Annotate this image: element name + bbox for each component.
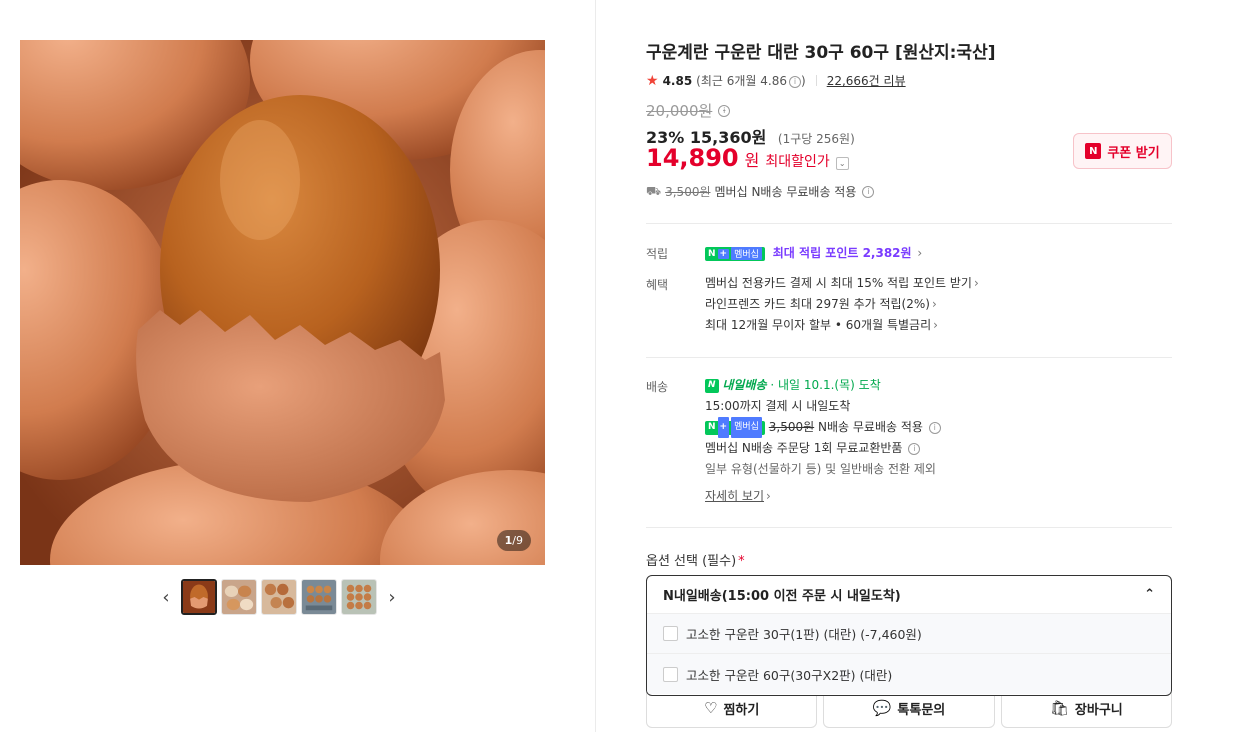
max-discount-price: 14,890 — [646, 144, 739, 172]
details-link[interactable]: 자세히 보기 › — [705, 486, 941, 507]
review-count-link[interactable]: 22,666건 리뷰 — [827, 72, 906, 89]
info-icon[interactable]: i — [908, 442, 921, 455]
option-label: 옵션 선택 (필수) * — [646, 554, 745, 569]
delivery-fee-row: N + 멤버십 3,500원 N배송 무료배송 적용 i — [705, 417, 941, 438]
delivery-exchange: 멤버십 N배송 주문당 1회 무료교환반품 i — [705, 438, 941, 459]
shopping-bag-icon: 🛍 — [1049, 699, 1069, 717]
option-checkbox[interactable] — [663, 626, 678, 641]
info-icon[interactable]: i — [718, 104, 731, 117]
option-selected[interactable]: N내일배송(15:00 이전 주문 시 내일도착) ⌃ — [647, 576, 1171, 614]
product-gallery: 1/9 ‹ › — [0, 0, 596, 732]
info-icon[interactable]: i — [928, 421, 941, 434]
divider — [815, 75, 817, 86]
chevron-up-icon[interactable]: ⌃ — [1144, 587, 1155, 602]
divider — [646, 357, 1172, 358]
max-discount-row: 14,890 원 최대할인가 ⌄ — [646, 144, 849, 172]
shipping-fee-struck: 3,500원 — [665, 185, 711, 199]
info-icon[interactable]: i — [862, 185, 875, 198]
prev-arrow-icon[interactable]: ‹ — [155, 579, 177, 615]
recent-rating: (최근 6개월 4.86 i) — [696, 74, 806, 88]
points-label: 적립 — [646, 247, 669, 261]
points-row[interactable]: N + 멤버십 최대 적립 포인트 2,382원 › — [705, 244, 922, 261]
chevron-right-icon: › — [973, 276, 979, 290]
thumbnail-1[interactable] — [181, 579, 217, 615]
chevron-right-icon: › — [933, 318, 938, 332]
rating-score: 4.85 — [662, 73, 693, 88]
next-arrow-icon[interactable]: › — [381, 579, 403, 615]
thumbnail-3[interactable] — [261, 579, 297, 615]
thumbnail-strip: ‹ › — [155, 578, 403, 616]
image-counter: 1/9 — [496, 530, 531, 551]
star-icon: ★ — [646, 72, 659, 89]
divider — [646, 223, 1172, 224]
option-item[interactable]: 고소한 구운란 30구(1판) (대란) (-7,460원) — [647, 614, 1171, 654]
truck-icon: ⛟ — [646, 183, 662, 198]
chevron-right-icon: › — [917, 246, 923, 260]
delivery-arrival-row: N 내일배송 · 내일 10.1.(목) 도착 — [705, 375, 941, 396]
delivery-label: 배송 — [646, 380, 669, 394]
delivery-cutoff: 15:00까지 결제 시 내일도착 — [705, 399, 851, 413]
membership-badge: N + 멤버십 — [705, 246, 765, 261]
benefit-item[interactable]: 멤버십 전용카드 결제 시 최대 15% 적립 포인트 받기 › — [705, 273, 979, 294]
divider — [646, 527, 1172, 528]
shipping-text: 멤버십 N배송 무료배송 적용 — [714, 185, 857, 199]
chat-icon: 💬 — [872, 699, 892, 717]
thumbnail-4[interactable] — [301, 579, 337, 615]
tomorrow-delivery-badge: N — [705, 378, 719, 393]
coupon-button[interactable]: N 쿠폰 받기 — [1073, 133, 1172, 169]
max-discount-label[interactable]: 최대할인가 — [765, 151, 829, 171]
heart-icon: ♡ — [703, 699, 718, 717]
delivery-info: N 내일배송 · 내일 10.1.(목) 도착 15:00까지 결제 시 내일도… — [705, 375, 941, 507]
thumbnail-5[interactable] — [341, 579, 377, 615]
benefit-item[interactable]: 최대 12개월 무이자 할부 • 60개월 특별금리 › — [705, 315, 979, 336]
rating-row: ★ 4.85 (최근 6개월 4.86 i) 22,666건 리뷰 — [646, 72, 906, 89]
benefit-item[interactable]: 라인프렌즈 카드 최대 297원 추가 적립(2%) › — [705, 294, 979, 315]
product-title: 구운계란 구운란 대란 30구 60구 [원산지:국산] — [646, 43, 996, 63]
info-icon[interactable]: i — [789, 75, 801, 88]
points-text: 최대 적립 포인트 2,382원 — [772, 246, 912, 260]
chevron-down-icon[interactable]: ⌄ — [835, 157, 849, 170]
delivery-exception: 일부 유형(선물하기 등) 및 일반배송 전환 제외 — [705, 462, 936, 476]
original-price: 20,000원 i — [646, 100, 731, 121]
max-discount-won: 원 — [744, 151, 760, 170]
option-dropdown[interactable]: N내일배송(15:00 이전 주문 시 내일도착) ⌃ 고소한 구운란 30구(… — [646, 575, 1172, 696]
option-checkbox[interactable] — [663, 666, 678, 682]
option-item[interactable]: 고소한 구운란 60구(30구X2판) (대란) — [647, 654, 1171, 694]
membership-badge: N + 멤버십 — [705, 417, 765, 438]
roasted-egg-photo — [20, 40, 545, 565]
thumbnail-2[interactable] — [221, 579, 257, 615]
main-product-image[interactable]: 1/9 — [20, 40, 545, 565]
chevron-right-icon: › — [766, 489, 771, 503]
naver-n-icon: N — [1085, 143, 1102, 159]
chevron-right-icon: › — [931, 297, 937, 311]
coupon-label: 쿠폰 받기 — [1107, 145, 1160, 161]
benefit-label: 혜택 — [646, 278, 669, 292]
benefit-list: 멤버십 전용카드 결제 시 최대 15% 적립 포인트 받기 › 라인프렌즈 카드… — [705, 273, 979, 336]
shipping-fee-row: ⛟ 3,500원 멤버십 N배송 무료배송 적용 i — [646, 183, 875, 200]
